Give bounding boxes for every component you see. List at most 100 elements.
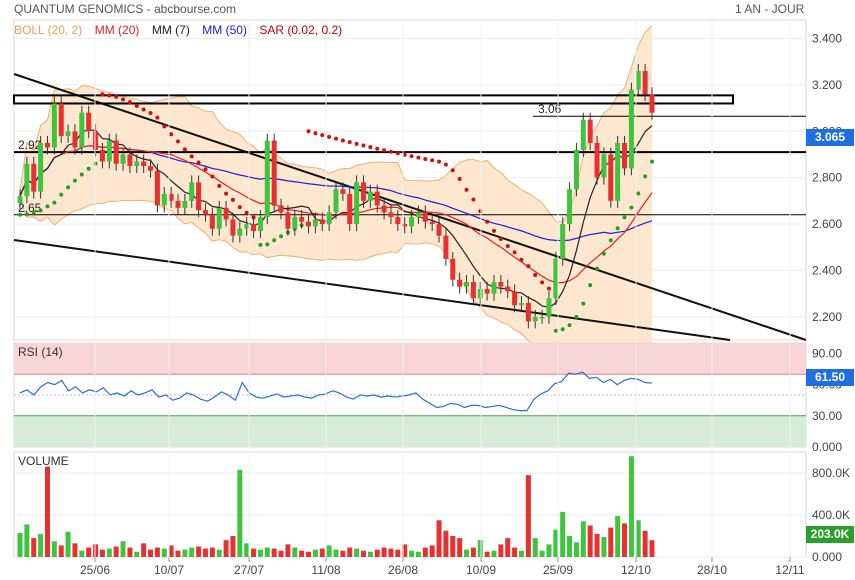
volume-bar [319,548,325,557]
volume-bar [141,543,147,557]
volume-bar [525,475,531,557]
sar-dot [601,251,606,256]
candle-body [148,166,154,171]
volume-bar [44,466,50,557]
candle-body [237,228,243,236]
sar-dot [636,191,641,196]
volume-bar [484,551,490,557]
volume-bar [17,532,23,557]
sar-dot [272,238,277,243]
candle-body [422,212,428,222]
candle-body [560,224,566,259]
sar-dot [45,204,50,209]
candle-body [79,112,85,148]
volume-bar [422,547,428,557]
candle-body [457,279,463,287]
volume-bar [587,525,593,557]
candle-body [443,235,449,259]
volume-bar [464,549,470,557]
chart-title: QUANTUM GENOMICS - abcbourse.com [14,2,237,16]
volume-bar [79,550,85,557]
candle-body [539,316,545,319]
sar-dot [59,192,64,197]
candle-body [354,182,360,225]
volume-bar [573,542,579,557]
price-tick-label: 2.400 [812,263,842,277]
sar-dot [258,242,263,247]
candle-body [628,89,634,169]
x-tick-label: 12/11 [775,563,804,577]
sar-dot [540,280,545,285]
volume-bar [347,547,353,557]
sar-dot [368,145,373,150]
sar-dot [265,242,270,247]
last-volume-badge: 203.0K [806,526,854,543]
sar-dot [52,200,57,205]
candle-body [17,196,23,204]
volume-bar [223,540,229,557]
volume-bar [278,550,284,557]
sar-dot [650,159,654,164]
volume-bar [299,550,305,557]
candle-body [484,288,490,294]
volume-bar [257,549,263,557]
sar-dot [546,286,551,291]
volume-bar [189,547,195,557]
candle-body [230,219,236,236]
volume-bar [38,533,44,557]
sar-dot [93,161,98,166]
volume-bar [560,511,566,557]
volume-bar [72,543,78,557]
candle-body [216,207,222,229]
price-tick-label: 2.800 [812,171,842,185]
candle-body [491,282,497,294]
candle-body [209,214,215,229]
volume-bar [271,548,277,557]
candle-body [141,161,147,167]
sar-dot [313,131,318,136]
sar-dot [375,146,380,151]
legend-mm50: MM (50) [202,23,247,37]
candle-body [587,119,593,143]
candle-body [44,142,50,148]
candle-body [134,161,140,167]
candle-body [99,149,105,162]
volume-bar [580,521,586,557]
chart-period: 1 AN - JOUR [735,2,805,16]
sar-dot [629,205,634,210]
candle-body [65,131,71,136]
x-tick-label: 25/09 [543,563,573,577]
volume-bar [628,456,634,557]
candle-body [649,94,655,113]
volume-bar [134,551,140,557]
volume-bar [209,547,215,557]
sar-dot [347,140,352,145]
candle-body [567,189,573,225]
sar-dot [437,159,442,164]
sar-dot [485,219,490,224]
volume-bar [360,550,366,557]
last-rsi-badge: 61.50 [806,369,854,386]
sar-dot [121,97,126,102]
candle-body [38,142,44,192]
volume-bar [31,538,37,557]
volume-bar [443,530,449,557]
volume-bar [567,536,573,557]
volume-bar [594,533,600,557]
candle-body [58,103,64,136]
volume-bar [127,547,133,557]
volume-panel [13,451,807,558]
candle-body [622,142,628,169]
volume-bar [381,547,387,557]
volume-bar [65,531,71,557]
volume-bar [175,550,181,557]
volume-bar [58,545,64,557]
candle-body [470,282,476,299]
candle-body [615,142,621,201]
volume-bar [333,549,339,557]
candle-body [264,140,270,218]
candle-body [278,205,284,213]
candle-body [161,193,167,206]
volume-bar [230,536,236,557]
x-tick-label: 12/10 [621,563,651,577]
